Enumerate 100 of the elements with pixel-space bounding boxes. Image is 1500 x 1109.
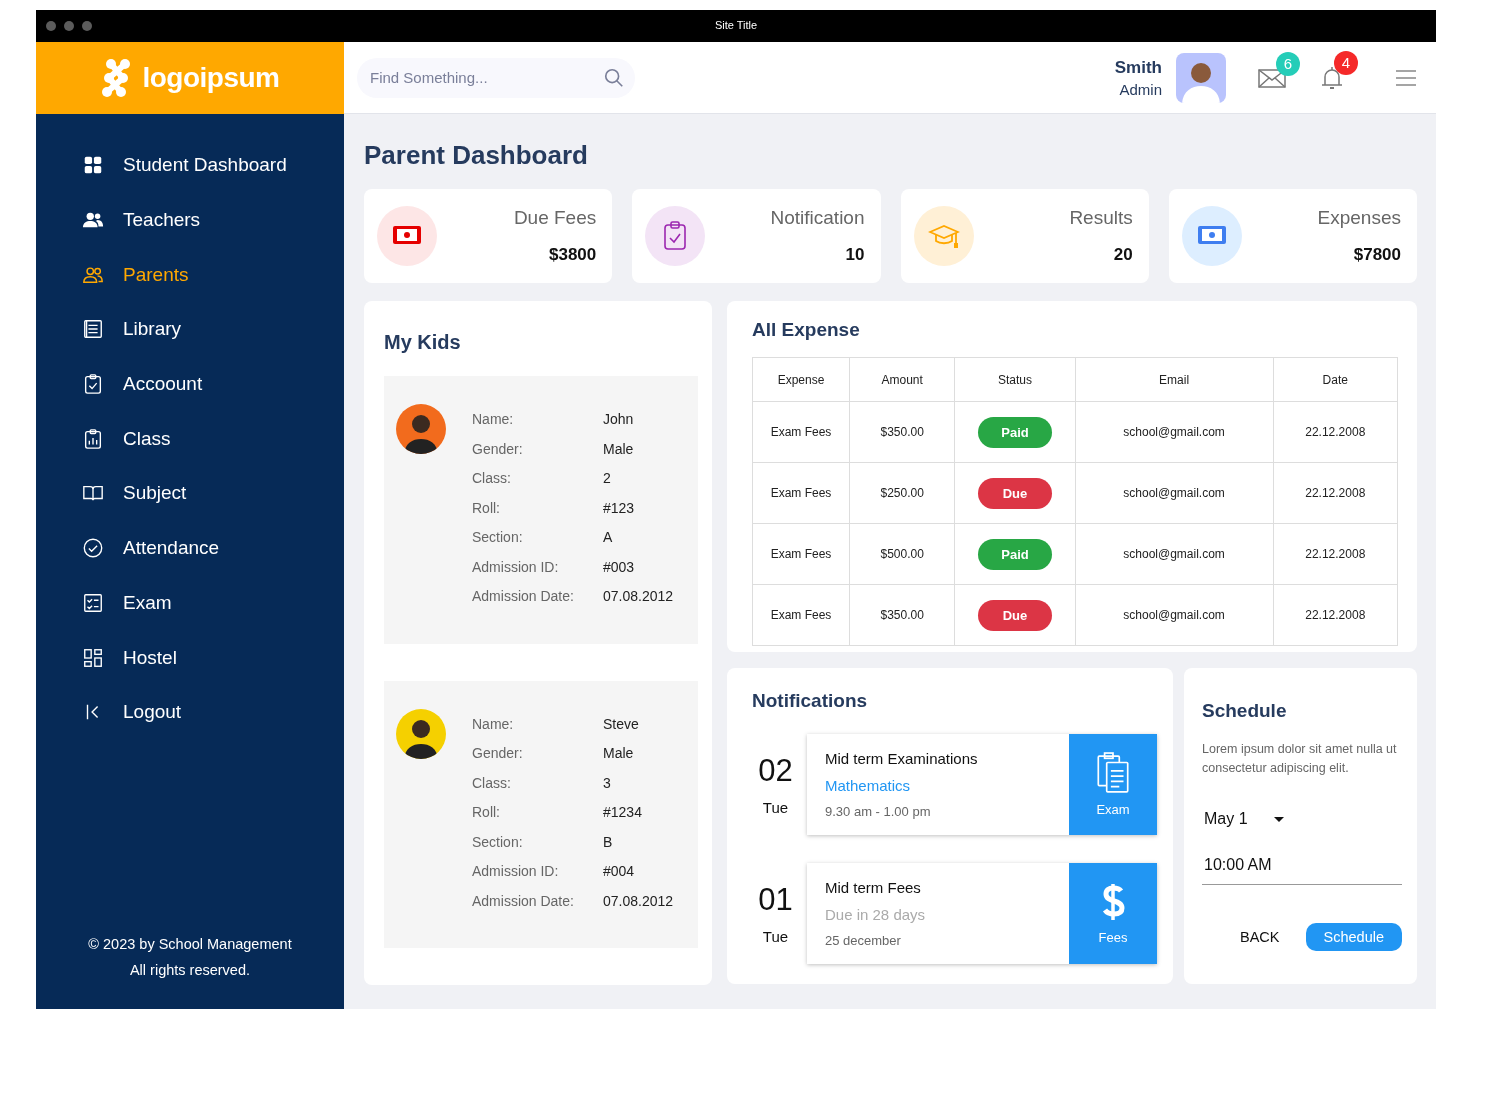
- tiles-icon: [82, 646, 104, 669]
- field-value: 07.08.2012: [603, 588, 674, 604]
- description-text: Lorem ipsum dolor sit amet nulla ut consectetur adipiscing elit.: [1202, 741, 1398, 777]
- table-cell: 22.12.2008: [1273, 523, 1398, 585]
- table-cell: 22.12.2008: [1273, 584, 1398, 646]
- documents-icon: [1095, 752, 1131, 794]
- nav-item[interactable]: Exam: [82, 575, 172, 631]
- field-label: Gender:: [472, 745, 524, 761]
- notification-title: Mid term Fees: [825, 879, 922, 896]
- column-header: Amount: [849, 357, 955, 402]
- status-badge: Paid: [978, 416, 1052, 448]
- table-cell: $250.00: [849, 462, 955, 524]
- check-circle-icon: [82, 537, 104, 560]
- field-label: Admission ID:: [472, 558, 560, 575]
- nav-item[interactable]: Class: [82, 411, 171, 467]
- bell-icon: [1320, 64, 1344, 91]
- notification-title: Mid term Examinations: [825, 750, 979, 767]
- clipboard-chart-icon: [82, 427, 104, 450]
- nav-item[interactable]: Accoount: [82, 356, 203, 412]
- column-header: Date: [1273, 357, 1398, 402]
- table-cell: Exam Fees: [752, 462, 850, 524]
- list-icon: [82, 318, 104, 341]
- section-title: Notifications: [752, 690, 869, 712]
- table-cell: $500.00: [849, 523, 955, 585]
- notification-detail: 25 december: [825, 933, 902, 948]
- weekday: Tue: [762, 928, 789, 945]
- table-cell: school@gmail.com: [1075, 523, 1274, 585]
- notification-subtitle: Due in 28 days: [825, 906, 927, 923]
- stat-value: 10: [845, 245, 865, 265]
- day-number: 02: [758, 753, 793, 789]
- field-value: 2: [603, 470, 612, 486]
- notification-subtitle: Mathematics: [825, 777, 912, 794]
- search-icon: [603, 66, 625, 89]
- field-label: Admission Date:: [472, 892, 575, 909]
- weekday: Tue: [762, 799, 789, 816]
- count-badge: 6: [1276, 51, 1300, 76]
- table-cell: 22.12.2008: [1273, 462, 1398, 524]
- column-header: Expense: [752, 357, 850, 402]
- field-value: #1234: [603, 804, 643, 820]
- stat-value: $3800: [548, 245, 597, 265]
- section-title: My Kids: [384, 331, 462, 354]
- field-value: A: [603, 529, 614, 545]
- field-label: Section:: [472, 833, 524, 850]
- field-label: Roll:: [472, 499, 501, 516]
- nav-item[interactable]: Student Dashboard: [82, 138, 287, 193]
- stat-label: Results: [1069, 207, 1133, 229]
- back-button[interactable]: BACK: [1230, 923, 1290, 951]
- footer-text: © 2023 by School Management: [88, 935, 292, 954]
- table-cell: school@gmail.com: [1075, 462, 1274, 524]
- nav-item[interactable]: Hostel: [82, 630, 177, 685]
- column-header: Email: [1075, 357, 1274, 402]
- status-badge: Due: [978, 477, 1052, 509]
- nav-item[interactable]: Parents: [82, 247, 189, 303]
- nav-item[interactable]: Subject: [82, 466, 187, 521]
- column-header: Status: [954, 357, 1076, 402]
- stat-value: $7800: [1353, 245, 1401, 265]
- field-label: Class:: [472, 774, 512, 791]
- nav-item[interactable]: Logout: [82, 684, 182, 740]
- table-cell: Exam Fees: [752, 523, 850, 585]
- page-title: Parent Dashboard: [364, 140, 589, 171]
- table-cell: $350.00: [849, 584, 955, 646]
- stat-label: Expenses: [1317, 207, 1401, 229]
- field-value: #123: [603, 499, 636, 516]
- category-label: Fees: [1098, 930, 1128, 945]
- table-cell: Exam Fees: [752, 584, 850, 646]
- stat-label: Notification: [770, 207, 865, 229]
- table-cell: school@gmail.com: [1075, 401, 1274, 463]
- user-name: Smith: [1114, 57, 1162, 78]
- nav-item[interactable]: Library: [82, 302, 182, 357]
- window-title: Site Title: [714, 19, 758, 31]
- status-badge: Paid: [978, 538, 1052, 570]
- field-label: Class:: [472, 470, 512, 486]
- nav-item[interactable]: Attendance: [82, 520, 220, 576]
- date-dropdown[interactable]: May 1: [1202, 808, 1286, 830]
- user-role: Admin: [1119, 80, 1162, 98]
- section-title: Schedule: [1202, 700, 1288, 722]
- field-value: Male: [603, 745, 635, 761]
- field-value: Steve: [603, 715, 640, 732]
- field-value: Male: [603, 440, 635, 457]
- table-cell: Exam Fees: [752, 401, 850, 463]
- stat-label: Due Fees: [513, 207, 597, 229]
- table-cell: school@gmail.com: [1075, 584, 1274, 646]
- section-title: All Expense: [752, 319, 861, 341]
- footer-text: All rights reserved.: [129, 961, 251, 980]
- day-number: 01: [758, 882, 793, 918]
- caret-icon: [1273, 816, 1284, 822]
- field-label: Name:: [472, 411, 515, 427]
- status-badge: Due: [978, 599, 1052, 631]
- search-field[interactable]: Find Something...: [357, 57, 635, 98]
- field-label: Admission ID:: [472, 863, 560, 879]
- clipboard-icon: [82, 373, 104, 396]
- table-cell: 22.12.2008: [1273, 401, 1398, 463]
- nav-item[interactable]: Teachers: [82, 192, 201, 248]
- field-value: B: [603, 833, 614, 850]
- count-badge: 4: [1334, 50, 1358, 75]
- field-label: Admission Date:: [472, 588, 575, 604]
- logo-text: logoipsum: [142, 62, 280, 94]
- checklist-icon: [82, 591, 104, 614]
- field-label: Name:: [472, 715, 515, 732]
- field-value: #003: [603, 558, 636, 575]
